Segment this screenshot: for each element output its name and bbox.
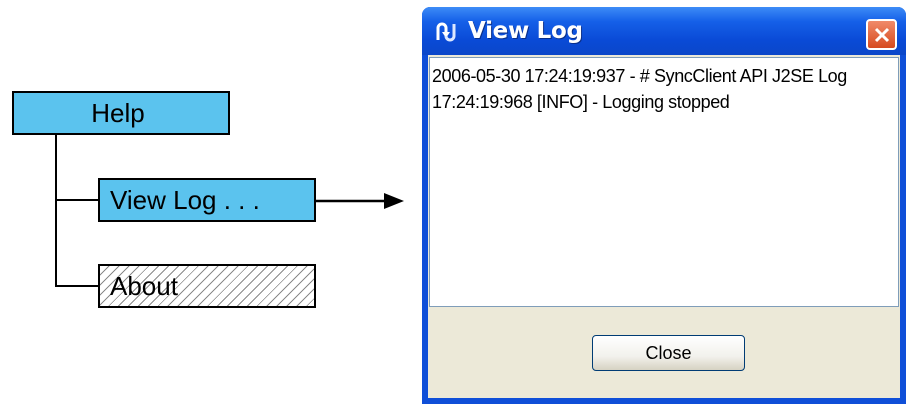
window-title: View Log [468,18,583,44]
about-menu-label: About [110,270,178,301]
tree-vertical-connector [55,135,57,287]
view-log-window: View Log 2006-05-30 17:24:19:937 - # Syn… [422,7,906,404]
close-icon[interactable] [866,19,897,50]
help-menu-label: Help [91,97,145,128]
sync-icon [436,22,456,42]
title-bar[interactable]: View Log [422,7,906,55]
close-x-glyph-icon [874,27,889,42]
close-button-label: Close [645,342,692,363]
arrow-right-icon [316,193,404,209]
log-text-area[interactable]: 2006-05-30 17:24:19:937 - # SyncClient A… [429,57,899,307]
window-content: 2006-05-30 17:24:19:937 - # SyncClient A… [428,55,900,398]
close-button[interactable]: Close [592,335,745,371]
tree-branch-view-log [55,199,98,201]
log-line: 17:24:19:968 [INFO] - Logging stopped [432,92,730,112]
tree-branch-about [55,285,98,287]
help-menu-box[interactable]: Help [12,91,230,135]
about-menu-item[interactable]: About [98,264,316,308]
view-log-menu-label: View Log . . . [110,184,260,215]
log-line: 2006-05-30 17:24:19:937 - # SyncClient A… [432,66,847,86]
view-log-menu-item[interactable]: View Log . . . [98,178,316,222]
